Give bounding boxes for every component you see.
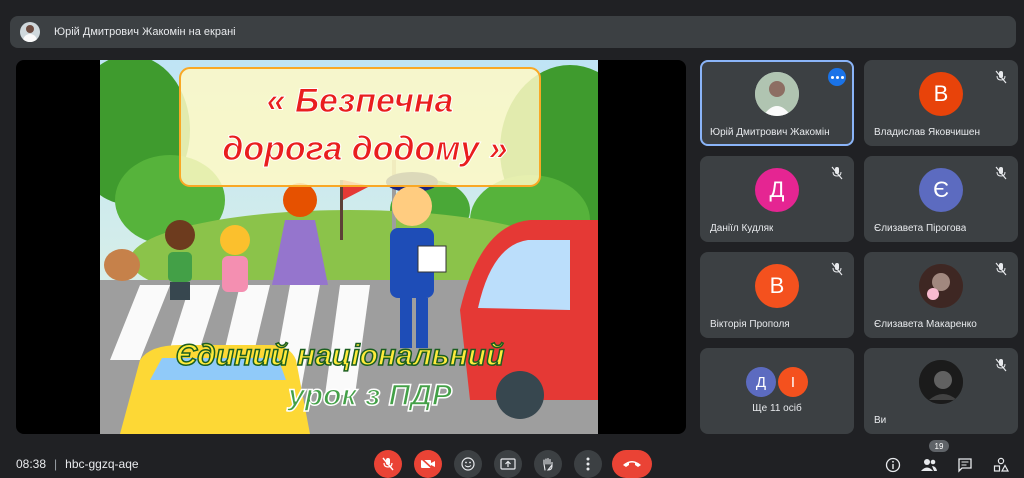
raise-hand-button[interactable] (534, 450, 562, 478)
present-screen-button[interactable] (494, 450, 522, 478)
self-tile[interactable]: Ви (864, 348, 1018, 434)
meeting-code[interactable]: hbc-ggzq-aqe (65, 457, 138, 471)
mic-off-icon (995, 358, 1007, 372)
user-photo-icon (755, 72, 799, 117)
raise-hand-icon (543, 457, 553, 471)
people-icon (921, 459, 937, 471)
participant-name: Владислав Яковчишен (874, 127, 981, 138)
slide-subtitle-line2: урок з ПДР (286, 379, 453, 412)
self-name: Ви (874, 415, 887, 426)
participant-initial-avatar: В (755, 264, 799, 309)
participant-tile[interactable]: Д Даніїл Кудляк (700, 156, 854, 242)
slide-subtitle-line1: Єдиний національний (176, 339, 505, 372)
participant-name: Даніїл Кудляк (710, 223, 774, 234)
more-participants-avatars: Д І (746, 367, 808, 398)
bottom-toolbar: 08:38 | hbc-ggzq-aqe (0, 440, 1024, 478)
presentation-stage[interactable]: « Безпечна дорога додому » Єдиний націон… (16, 60, 686, 434)
participant-photo (755, 72, 799, 117)
participant-initial-avatar: Д (755, 168, 799, 213)
participant-initial-avatar: В (919, 72, 963, 117)
presentation-bar[interactable]: Юрій Дмитрович Жакомін на екрані (10, 16, 1016, 48)
self-photo (919, 360, 963, 405)
meeting-details-button[interactable] (884, 457, 902, 473)
more-vert-icon (586, 457, 590, 471)
show-everyone-button[interactable] (920, 457, 938, 473)
mini-avatar: І (778, 367, 808, 398)
chat-icon (958, 458, 972, 473)
separator: | (54, 457, 58, 471)
participant-name: Юрій Дмитрович Жакомін (710, 127, 830, 138)
participant-name: Вікторія Прополя (710, 319, 790, 330)
mic-off-icon (831, 166, 843, 180)
activities-icon (993, 457, 1009, 472)
info-icon (885, 457, 901, 473)
slide-title-line1: « Безпечна (267, 82, 454, 120)
participant-tile[interactable]: Є Єлизавета Пірогова (864, 156, 1018, 242)
mic-off-icon (831, 262, 843, 276)
more-options-icon[interactable] (828, 68, 846, 86)
meeting-info: 08:38 | hbc-ggzq-aqe (16, 457, 139, 471)
chat-button[interactable] (956, 457, 974, 473)
slide-illustration: « Безпечна дорога додому » Єдиний націон… (100, 60, 598, 434)
more-participants-label: Ще 11 осіб (752, 403, 802, 414)
mic-off-icon (995, 70, 1007, 84)
presenter-avatar (20, 22, 40, 42)
mic-off-icon (995, 262, 1007, 276)
activities-button[interactable] (992, 457, 1010, 473)
presenting-text: Юрій Дмитрович Жакомін на екрані (54, 26, 236, 38)
camera-off-icon (420, 457, 435, 471)
mini-avatar: Д (746, 367, 776, 398)
participant-tile[interactable]: Юрій Дмитрович Жакомін (700, 60, 854, 146)
more-options-button[interactable] (574, 450, 602, 478)
slide-title-line2: дорога додому » (222, 130, 507, 168)
more-participants-tile[interactable]: Д І Ще 11 осіб (700, 348, 854, 434)
mic-off-icon (382, 457, 394, 471)
participant-tile[interactable]: Єлизавета Макаренко (864, 252, 1018, 338)
present-screen-icon (500, 458, 516, 470)
camera-toggle-button[interactable] (414, 450, 442, 478)
current-time: 08:38 (16, 457, 47, 471)
emoji-icon (461, 457, 475, 471)
user-photo-icon (919, 360, 963, 405)
shared-slide: « Безпечна дорога додому » Єдиний націон… (100, 60, 598, 434)
user-photo-icon (919, 264, 963, 309)
emoji-button[interactable] (454, 450, 482, 478)
leave-call-button[interactable] (612, 450, 652, 478)
participant-initial-avatar: Є (919, 168, 963, 213)
participant-name: Єлизавета Пірогова (874, 223, 967, 234)
call-end-icon (623, 461, 641, 467)
participant-count-badge: 19 (929, 440, 949, 452)
participant-name: Єлизавета Макаренко (874, 319, 977, 330)
participant-photo (919, 264, 963, 309)
mic-toggle-button[interactable] (374, 450, 402, 478)
participant-tile[interactable]: В Владислав Яковчишен (864, 60, 1018, 146)
mic-off-icon (995, 166, 1007, 180)
participant-tile[interactable]: В Вікторія Прополя (700, 252, 854, 338)
